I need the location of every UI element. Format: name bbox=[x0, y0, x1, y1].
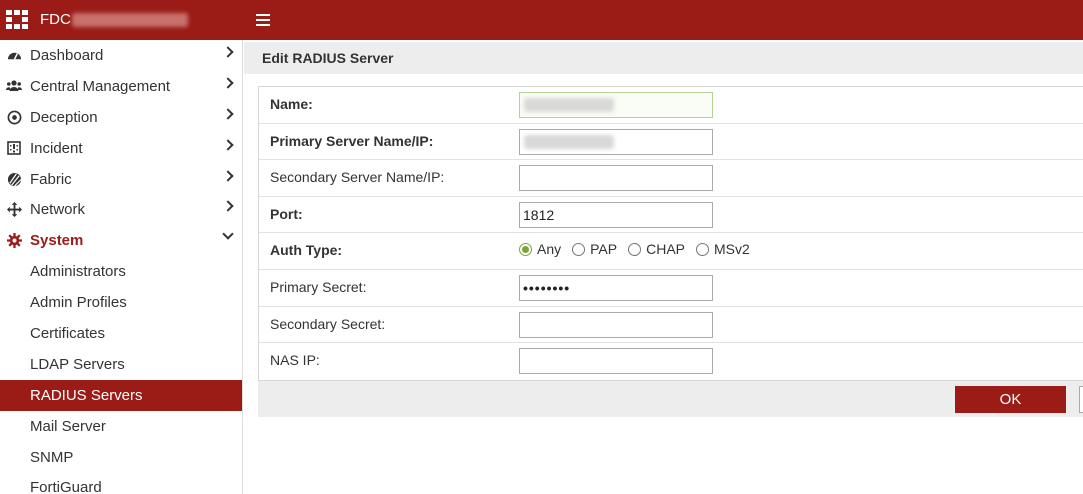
auth-type-any-radio[interactable]: Any bbox=[519, 241, 561, 257]
sidebar-subitem-ldap-servers[interactable]: LDAP Servers bbox=[0, 349, 242, 380]
port-field[interactable] bbox=[519, 201, 713, 228]
fabric-icon bbox=[6, 171, 22, 187]
dashboard-icon bbox=[6, 47, 22, 63]
port-label: Port: bbox=[270, 205, 303, 222]
chevron-down-icon bbox=[222, 228, 234, 241]
fortinet-logo-icon bbox=[6, 10, 28, 30]
sidebar-subitem-fortiguard[interactable]: FortiGuard bbox=[0, 472, 242, 494]
sidebar-subitem-snmp[interactable]: SNMP bbox=[0, 442, 242, 473]
form-row-primary-server: Primary Server Name/IP: bbox=[259, 124, 1083, 161]
sidebar-subitem-certificates[interactable]: Certificates bbox=[0, 318, 242, 349]
sidebar-subitem-label: Administrators bbox=[30, 263, 126, 281]
sidebar-item-network[interactable]: Network bbox=[0, 194, 242, 225]
deception-icon bbox=[6, 109, 22, 125]
page-header: Edit RADIUS Server bbox=[244, 42, 1083, 74]
sidebar-subitem-label: RADIUS Servers bbox=[30, 386, 143, 404]
page-title: Edit RADIUS Server bbox=[262, 50, 394, 66]
radio-unselected-icon bbox=[628, 242, 642, 256]
nas-ip-field[interactable] bbox=[519, 348, 713, 375]
chevron-right-icon bbox=[222, 46, 234, 58]
auth-type-pap-radio[interactable]: PAP bbox=[572, 241, 617, 257]
radio-unselected-icon bbox=[696, 242, 710, 256]
sidebar-subitem-radius-servers[interactable]: RADIUS Servers bbox=[0, 379, 242, 411]
sidebar-item-label: Dashboard bbox=[30, 46, 104, 64]
gear-icon bbox=[6, 233, 22, 249]
top-bar: FDC bbox=[0, 0, 1083, 40]
sidebar-subitem-label: LDAP Servers bbox=[30, 355, 125, 373]
name-label: Name: bbox=[270, 96, 313, 112]
radio-label: Any bbox=[537, 241, 562, 258]
radio-label: CHAP bbox=[646, 241, 686, 258]
secondary-secret-label: Secondary Secret: bbox=[270, 315, 386, 332]
main-content: Edit RADIUS Server Name: Primary Server … bbox=[243, 40, 1083, 494]
radio-label: MSv2 bbox=[714, 241, 750, 258]
nas-ip-label: NAS IP: bbox=[270, 352, 320, 369]
sidebar-item-label: Central Management bbox=[30, 77, 171, 95]
sidebar-subitem-label: Certificates bbox=[30, 324, 106, 342]
secondary-server-field[interactable] bbox=[519, 165, 713, 192]
form-row-name: Name: bbox=[259, 87, 1083, 124]
form-row-secondary-secret: Secondary Secret: bbox=[259, 307, 1083, 344]
secondary-secret-field[interactable] bbox=[519, 311, 713, 338]
chevron-right-icon bbox=[222, 77, 234, 89]
radio-label: PAP bbox=[590, 241, 618, 258]
chevron-right-icon bbox=[222, 200, 234, 213]
device-name: FDC bbox=[40, 11, 71, 28]
sidebar-subitem-admin-profiles[interactable]: Admin Profiles bbox=[0, 287, 242, 318]
primary-secret-label: Primary Secret: bbox=[270, 278, 367, 295]
form-footer: OK bbox=[258, 381, 1083, 417]
form-row-auth-type: Auth Type: Any PAP CHAP MSv2 bbox=[259, 233, 1083, 270]
sidebar-item-incident[interactable]: Incident bbox=[0, 133, 242, 164]
primary-server-value-redacted bbox=[524, 134, 614, 149]
sidebar-item-dashboard[interactable]: Dashboard bbox=[0, 40, 242, 71]
sidebar-item-label: Network bbox=[30, 201, 86, 219]
sidebar-item-label: Incident bbox=[30, 139, 83, 157]
sidebar-item-system[interactable]: System bbox=[0, 225, 242, 256]
auth-type-label: Auth Type: bbox=[270, 242, 343, 259]
menu-toggle-icon[interactable] bbox=[256, 13, 270, 27]
primary-server-label: Primary Server Name/IP: bbox=[270, 132, 434, 149]
network-icon bbox=[6, 202, 22, 218]
sidebar-item-fabric[interactable]: Fabric bbox=[0, 164, 242, 195]
sidebar-subitem-label: FortiGuard bbox=[30, 479, 102, 494]
sidebar-item-central-management[interactable]: Central Management bbox=[0, 71, 242, 102]
name-value-redacted bbox=[524, 98, 614, 112]
radio-unselected-icon bbox=[572, 242, 586, 256]
device-serial-redacted bbox=[72, 13, 188, 27]
auth-type-radio-group: Any PAP CHAP MSv2 bbox=[519, 241, 761, 257]
ok-button[interactable]: OK bbox=[955, 386, 1066, 413]
users-icon bbox=[6, 78, 22, 94]
auth-type-msv2-radio[interactable]: MSv2 bbox=[696, 241, 750, 257]
chevron-right-icon bbox=[222, 108, 234, 120]
radius-server-form: Name: Primary Server Name/IP: Secondary … bbox=[258, 86, 1083, 381]
sidebar-subitem-label: Mail Server bbox=[30, 417, 106, 435]
sidebar-item-label: System bbox=[30, 232, 84, 250]
sidebar-item-label: Deception bbox=[30, 108, 98, 126]
sidebar-item-label: Fabric bbox=[30, 170, 72, 188]
chevron-right-icon bbox=[222, 169, 234, 182]
sidebar-subitem-label: SNMP bbox=[30, 448, 74, 466]
form-row-port: Port: bbox=[259, 197, 1083, 234]
sidebar: Dashboard Central Management Deception I… bbox=[0, 40, 243, 494]
primary-secret-field[interactable] bbox=[519, 274, 713, 301]
sidebar-item-deception[interactable]: Deception bbox=[0, 102, 242, 133]
secondary-server-label: Secondary Server Name/IP: bbox=[270, 169, 445, 186]
incident-icon bbox=[6, 140, 22, 156]
sidebar-subitem-mail-server[interactable]: Mail Server bbox=[0, 411, 242, 442]
sidebar-subitem-label: Admin Profiles bbox=[30, 294, 127, 312]
form-row-secondary-server: Secondary Server Name/IP: bbox=[259, 160, 1083, 197]
auth-type-chap-radio[interactable]: CHAP bbox=[628, 241, 685, 257]
sidebar-subitem-administrators[interactable]: Administrators bbox=[0, 256, 242, 287]
cancel-button[interactable] bbox=[1079, 386, 1083, 413]
chevron-right-icon bbox=[222, 139, 234, 151]
radio-selected-icon bbox=[519, 242, 532, 256]
form-row-nas-ip: NAS IP: bbox=[259, 343, 1083, 380]
form-row-primary-secret: Primary Secret: bbox=[259, 270, 1083, 307]
